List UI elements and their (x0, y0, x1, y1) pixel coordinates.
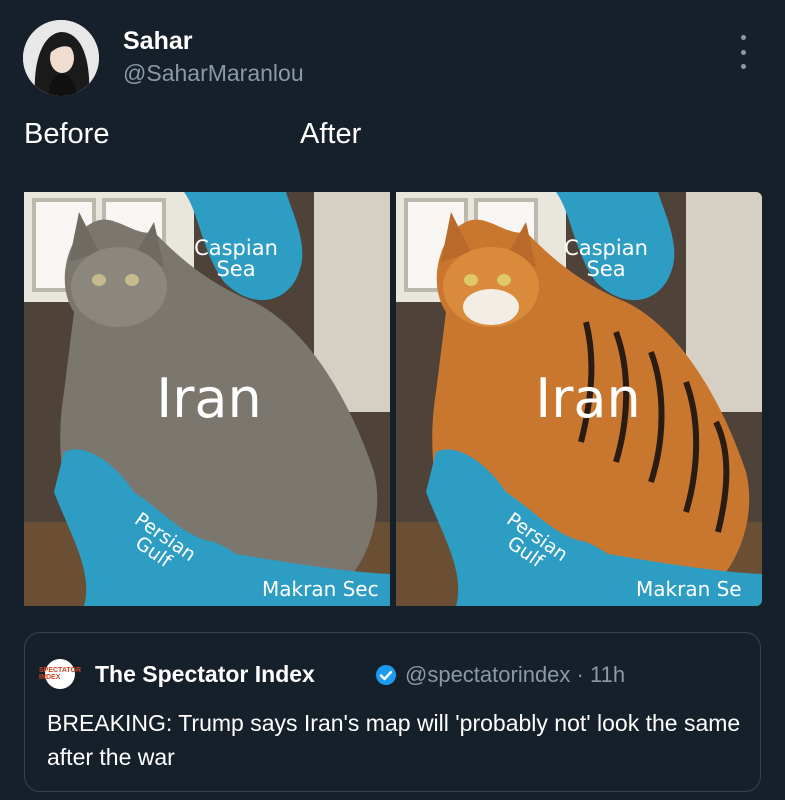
after-image[interactable]: Caspian Sea Iran Persian Gulf Makran Se (396, 192, 762, 606)
quoted-post-text: BREAKING: Trump says Iran's map will 'pr… (47, 710, 741, 770)
before-label: Before (24, 118, 110, 150)
before-image[interactable]: Caspian Sea Iran Persian Gulf Makran Sec (24, 192, 390, 606)
makran-sea-label: Makran Sec (262, 577, 379, 601)
after-label: After (300, 118, 362, 150)
makran-sea-label: Makran Se (636, 577, 742, 601)
avatar[interactable] (23, 20, 99, 96)
author-display-name[interactable]: Sahar (123, 27, 192, 56)
quoted-author-name[interactable]: The Spectator Index (95, 661, 315, 688)
more-vertical-icon[interactable] (733, 35, 753, 69)
quoted-post[interactable]: SPECTATOR INDEX The Spectator Index @spe… (24, 632, 761, 792)
caspian-sea-label: Caspian Sea (194, 236, 278, 281)
meta-separator: · (576, 662, 584, 687)
iran-label: Iran (535, 367, 641, 430)
spectator-index-logo[interactable]: SPECTATOR INDEX (39, 659, 81, 689)
author-handle[interactable]: @SaharMaranlou (123, 60, 304, 87)
quoted-post-time[interactable]: 11h (590, 662, 625, 687)
quoted-author-meta: @spectatorindex · 11h (405, 662, 625, 688)
iran-label: Iran (156, 367, 262, 430)
caspian-sea-label: Caspian Sea (564, 236, 648, 281)
quoted-author-handle[interactable]: @spectatorindex (405, 662, 570, 687)
verified-badge-icon (376, 665, 396, 685)
avatar-photo-icon (23, 20, 99, 96)
